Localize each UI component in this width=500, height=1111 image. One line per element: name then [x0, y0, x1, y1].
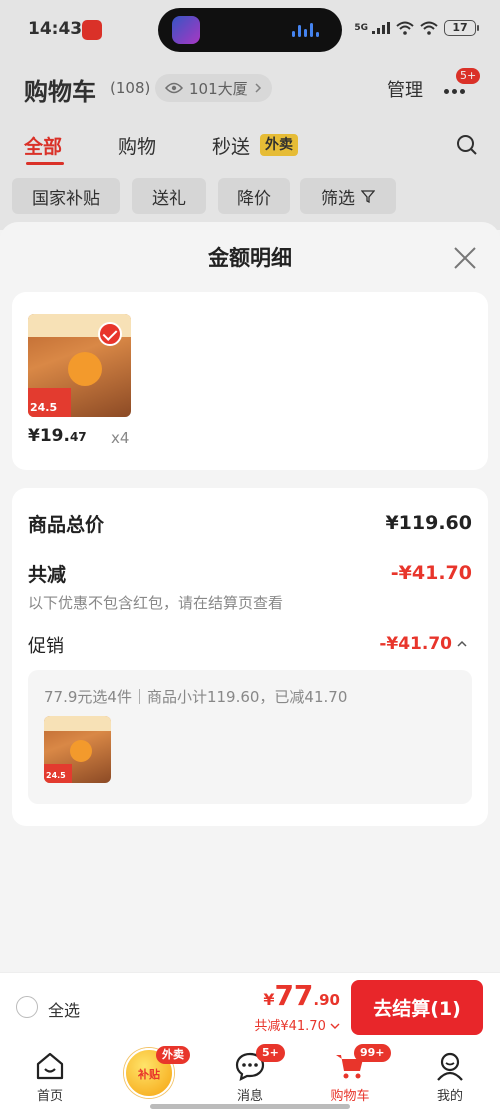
product-list-card: 24.5 ¥19.47 x4: [12, 292, 488, 470]
audio-wave-icon: [292, 23, 322, 37]
more-button[interactable]: 5+: [442, 68, 481, 104]
thumbnail-food: [70, 740, 92, 762]
cart-header: 购物车 (108) 101大厦 管理 5+ 全部 购物 秒送 外卖 国家补贴 送…: [0, 60, 500, 220]
chip-gift[interactable]: 送礼: [132, 178, 206, 214]
network-type-label: 5G: [354, 23, 368, 33]
delivery-address-pill[interactable]: 101大厦: [155, 74, 272, 102]
chip-filter[interactable]: 筛选: [300, 178, 396, 214]
address-label: 101大厦: [189, 79, 248, 98]
thumbnail-food: [68, 352, 102, 386]
tabbar-item-subsidy[interactable]: 补贴 外卖: [110, 1042, 190, 1111]
product-thumbnail[interactable]: 24.5: [28, 314, 131, 417]
tabbar-item-cart[interactable]: 99+ 购物车: [310, 1042, 391, 1111]
promotion-product-thumbnail[interactable]: 24.5: [44, 716, 111, 783]
chip-national-subsidy[interactable]: 国家补贴: [12, 178, 120, 214]
product-quantity: x4: [111, 429, 130, 447]
search-icon[interactable]: [456, 134, 478, 156]
subsidy-text: 补贴: [138, 1068, 160, 1081]
tab-shopping[interactable]: 购物: [118, 132, 156, 159]
more-badge: 5+: [456, 68, 481, 84]
total-integer: 77: [274, 979, 314, 1012]
select-all-label[interactable]: 全选: [48, 997, 80, 1021]
page-title: 购物车: [24, 78, 96, 106]
tabbar-label-cart: 购物车: [330, 1089, 370, 1104]
chevron-right-icon: [255, 83, 261, 93]
tabbar-item-profile[interactable]: 我的: [410, 1042, 490, 1111]
thumbnail-price-tag: 24.5: [46, 771, 66, 780]
total-price-label: 商品总价: [28, 514, 105, 536]
profile-icon: [437, 1052, 463, 1081]
tabbar-label-home: 首页: [36, 1089, 63, 1104]
takeout-tag: 外卖: [260, 134, 298, 156]
checkout-bar: 全选 ¥77.90 共减¥41.70 去结算(1): [0, 972, 500, 1042]
home-indicator: [150, 1104, 350, 1109]
tab-active-indicator: [26, 162, 64, 165]
promotion-description: 77.9元选4件｜商品小计119.60，已减41.70: [44, 688, 348, 706]
discount-text: 共减¥41.70: [254, 1019, 326, 1034]
bottom-tabbar: 首页 补贴 外卖 5+ 消息 99+ 购物车 我的: [0, 1042, 500, 1111]
now-playing-thumbnail-icon: [172, 16, 200, 44]
eye-icon: [165, 82, 183, 94]
chip-price-drop[interactable]: 降价: [218, 178, 290, 214]
price-decimal: 47: [69, 430, 87, 444]
more-dot-icon: [460, 89, 465, 94]
dynamic-island[interactable]: [158, 8, 342, 52]
promotion-toggle[interactable]: -¥41.70: [379, 634, 468, 654]
more-dot-icon: [452, 89, 457, 94]
app-notification-icon: [82, 20, 102, 40]
promotion-value: -¥41.70: [379, 634, 452, 654]
checkout-total: ¥77.90: [263, 979, 340, 1012]
total-decimal: .90: [313, 991, 340, 1009]
messages-badge: 5+: [256, 1044, 285, 1062]
promotion-detail-box: 77.9元选4件｜商品小计119.60，已减41.70 24.5: [28, 670, 472, 804]
wifi-icon: [396, 21, 414, 35]
reduction-label: 共减: [28, 564, 67, 586]
chevron-down-icon: [330, 1023, 340, 1029]
status-indicators: 5G 17: [354, 20, 479, 36]
tab-instant-delivery[interactable]: 秒送: [212, 132, 250, 159]
filter-icon: [361, 190, 375, 203]
cart-badge: 99+: [354, 1044, 391, 1062]
tabbar-item-messages[interactable]: 5+ 消息: [210, 1042, 290, 1111]
selected-check-icon: [98, 322, 122, 346]
product-price: ¥19.47: [28, 426, 87, 446]
cart-count: (108): [110, 79, 151, 97]
price-summary-card: 商品总价 ¥119.60 共减 -¥41.70 以下优惠不包含红包，请在结算页查…: [12, 488, 488, 826]
manage-button[interactable]: 管理: [387, 76, 423, 102]
cart-tabs: 全部 购物 秒送 外卖: [0, 132, 500, 165]
cellular-signal-icon: [372, 22, 390, 34]
reduction-value: -¥41.70: [390, 562, 472, 584]
tabbar-label-messages: 消息: [236, 1089, 263, 1104]
tabbar-item-home[interactable]: 首页: [10, 1042, 90, 1111]
wifi-secondary-icon: [420, 21, 438, 35]
chip-label: 送礼: [152, 188, 186, 209]
select-all-checkbox[interactable]: [16, 996, 38, 1018]
checkout-discount[interactable]: 共减¥41.70: [254, 1015, 340, 1034]
thumbnail-price-tag: 24.5: [30, 401, 58, 414]
amount-detail-sheet: 金额明细 24.5 ¥19.47 x4 商品总价 ¥119.60 共减 -¥41…: [0, 222, 500, 972]
tabbar-label-profile: 我的: [436, 1089, 463, 1104]
chip-label: 降价: [237, 188, 271, 209]
price-main: ¥19.: [28, 426, 70, 446]
tab-all[interactable]: 全部: [24, 132, 62, 159]
promotion-label: 促销: [28, 636, 64, 657]
subsidy-badge: 外卖: [156, 1046, 190, 1064]
sheet-title: 金额明细: [208, 246, 292, 270]
status-bar: 14:43 5G 17: [0, 0, 500, 60]
battery-icon: 17: [444, 20, 479, 36]
total-currency: ¥: [263, 990, 275, 1009]
status-time: 14:43: [28, 19, 83, 39]
more-dot-icon: [444, 89, 449, 94]
chevron-up-icon: [457, 640, 467, 647]
chip-label: 国家补贴: [32, 188, 100, 209]
total-price-value: ¥119.60: [385, 512, 472, 534]
checkout-button[interactable]: 去结算(1): [351, 980, 483, 1035]
chip-label: 筛选: [321, 188, 355, 209]
close-icon[interactable]: [453, 246, 477, 270]
thumbnail-banner: [44, 716, 111, 731]
home-icon: [36, 1052, 64, 1080]
reduction-note: 以下优惠不包含红包，请在结算页查看: [28, 594, 284, 612]
